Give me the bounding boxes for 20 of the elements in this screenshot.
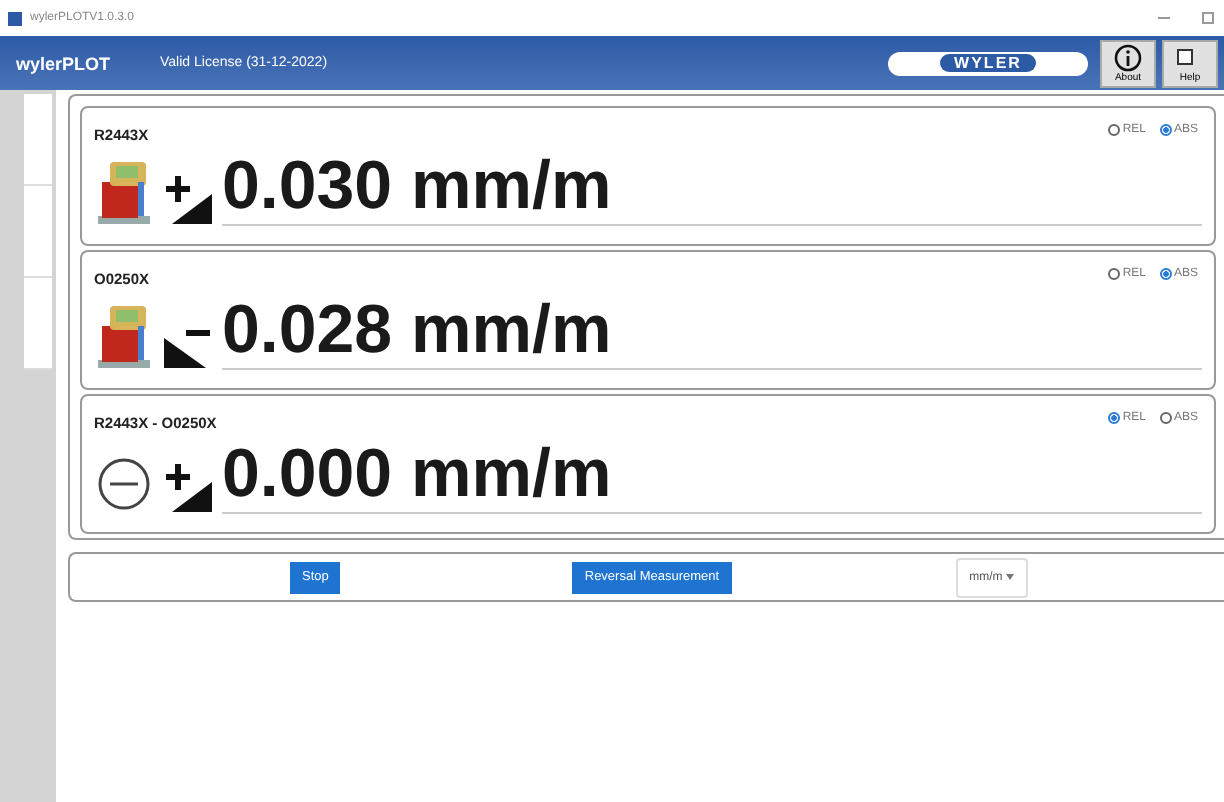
- radio-icon[interactable]: [1159, 124, 1172, 136]
- reading-value: 0.028 mm/m: [222, 296, 1202, 370]
- radio-icon[interactable]: [1108, 268, 1121, 280]
- logo-text: WYLER: [940, 54, 1036, 72]
- plus-slope-icon: [162, 458, 214, 514]
- reading-value: 0.030 mm/m: [222, 152, 1202, 226]
- inclinometer-icon: [94, 302, 154, 370]
- app-icon: [8, 11, 22, 25]
- inclinometer-icon: [94, 158, 154, 226]
- minus-circle-icon: [94, 454, 154, 514]
- caret-icon: [1006, 574, 1015, 580]
- reading-value: 0.000 mm/m: [222, 440, 1202, 514]
- plus-slope-icon: [162, 170, 214, 226]
- maximize-icon[interactable]: [1200, 10, 1216, 26]
- radio-icon[interactable]: [1159, 412, 1172, 424]
- radio-icon[interactable]: [1108, 124, 1121, 136]
- app-name: wylerPLOT: [16, 53, 113, 73]
- radio-icon[interactable]: [1159, 268, 1172, 280]
- radio-icon[interactable]: [1108, 412, 1121, 424]
- info-icon: [1114, 43, 1142, 71]
